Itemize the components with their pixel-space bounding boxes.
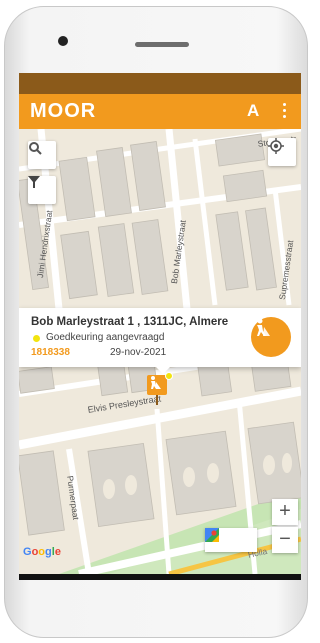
card-status: Goedkeuring aangevraagd (46, 332, 165, 343)
zoom-in-button[interactable]: + (272, 499, 298, 525)
status-indicator (33, 335, 40, 342)
map-toolbar (205, 528, 257, 552)
front-camera (58, 36, 68, 46)
worker-action-button[interactable] (251, 317, 291, 357)
search-button[interactable] (28, 141, 56, 169)
location-info-card[interactable]: Bob Marleystraat 1 , 1311JC, Almere Goed… (19, 308, 301, 367)
map-marker[interactable] (147, 375, 167, 395)
my-location-button[interactable] (268, 138, 296, 166)
filter-button[interactable] (28, 176, 56, 204)
card-id[interactable]: 1818338 (31, 347, 70, 358)
worker-icon (257, 318, 270, 336)
user-avatar[interactable]: A (247, 101, 259, 121)
app-bar: MOOR A (19, 94, 301, 129)
google-attribution: Google (23, 546, 61, 558)
map-view[interactable]: Jimi Hendrixstraat Bob Marleystraat Supr… (19, 129, 301, 574)
status-bar (19, 73, 301, 94)
earpiece (135, 42, 189, 47)
nav-bar (19, 574, 301, 580)
kebab-menu-icon[interactable] (282, 103, 288, 121)
card-address: Bob Marleystraat 1 , 1311JC, Almere (31, 316, 229, 328)
card-date: 29-nov-2021 (110, 347, 167, 358)
app-screen: MOOR A Jimi Hendrixstraat Bob Marleystra… (19, 73, 301, 574)
app-logo: MOOR (30, 100, 97, 122)
zoom-out-button[interactable]: − (272, 527, 298, 553)
worker-icon (151, 376, 161, 389)
marker-stem (156, 395, 158, 405)
google-maps-icon (205, 528, 219, 542)
locate-icon (268, 138, 284, 154)
marker-status-dot (165, 372, 173, 380)
filter-icon (28, 176, 40, 188)
open-in-maps-button[interactable] (205, 528, 257, 552)
search-icon (29, 142, 42, 155)
